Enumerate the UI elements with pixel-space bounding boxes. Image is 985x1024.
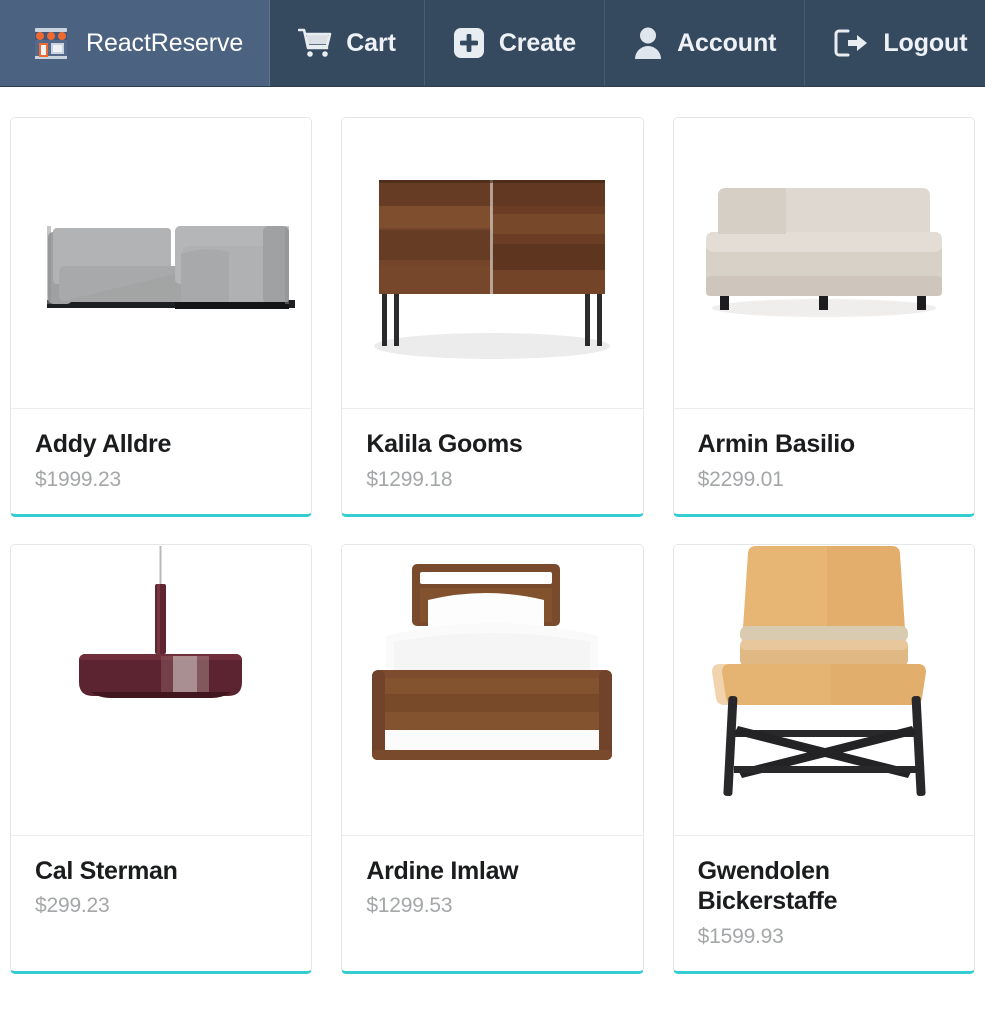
product-price: $299.23 xyxy=(35,894,110,917)
product-card-grid: Addy Alldre $1999.23 Kalila Gooms $1299.… xyxy=(10,117,975,974)
product-name: Armin Basilio xyxy=(697,430,856,458)
product-name: Addy Alldre xyxy=(35,430,172,458)
product-image-maroon-pendant-lamp[interactable] xyxy=(11,544,312,836)
product-card-body: Armin Basilio $2299.01 xyxy=(674,409,974,514)
product-image-walnut-bed[interactable] xyxy=(342,544,643,836)
product-card[interactable]: Armin Basilio $2299.01 xyxy=(672,117,975,517)
product-price: $2299.01 xyxy=(697,467,784,491)
product-card-body: Gwendolen Bickerstaffe $1599.93 xyxy=(674,836,974,971)
product-name: Gwendolen Bickerstaffe xyxy=(697,856,838,916)
product-image-tan-leather-chair[interactable] xyxy=(673,544,974,836)
product-card-body: Cal Sterman $299.23 xyxy=(11,836,311,971)
shopping-cart-icon xyxy=(298,28,332,58)
nav-item-logout[interactable]: Logout xyxy=(805,0,985,86)
product-price: $1999.23 xyxy=(35,467,121,491)
storefront-icon xyxy=(30,22,72,64)
product-card[interactable]: Kalila Gooms $1299.18 xyxy=(341,117,644,517)
nav-label-cart: Cart xyxy=(346,28,396,57)
top-navigation-bar: ReactReserve Cart Create Account Logout xyxy=(0,0,985,87)
nav-label-account: Account xyxy=(677,28,777,57)
nav-label-logout: Logout xyxy=(883,28,968,57)
sign-out-icon xyxy=(833,27,869,59)
nav-item-account[interactable]: Account xyxy=(605,0,806,86)
plus-square-icon xyxy=(453,27,485,59)
nav-label-create: Create xyxy=(498,28,577,57)
product-image-cream-armless-sofa[interactable] xyxy=(673,118,974,409)
product-price: $1599.93 xyxy=(697,924,784,948)
product-card-body: Kalila Gooms $1299.18 xyxy=(342,409,642,514)
product-name: Cal Sterman xyxy=(35,856,178,885)
product-image-gray-sectional-sofa[interactable] xyxy=(11,118,312,409)
user-icon xyxy=(633,26,663,60)
product-price: $1299.18 xyxy=(366,467,453,491)
nav-item-brand-reactreserve[interactable]: ReactReserve xyxy=(0,0,271,86)
product-card-body: Ardine Imlaw $1299.53 xyxy=(342,836,642,971)
product-name: Ardine Imlaw xyxy=(366,856,519,885)
nav-item-create[interactable]: Create xyxy=(424,0,606,86)
brand-label: ReactReserve xyxy=(86,28,244,57)
nav-item-cart[interactable]: Cart xyxy=(270,0,425,86)
product-card-body: Addy Alldre $1999.23 xyxy=(11,409,311,514)
products-page-content: Addy Alldre $1999.23 Kalila Gooms $1299.… xyxy=(0,87,985,974)
product-card[interactable]: Ardine Imlaw $1299.53 xyxy=(341,543,644,974)
product-price: $1299.53 xyxy=(366,894,453,917)
product-image-walnut-credenza[interactable] xyxy=(342,118,643,409)
product-card[interactable]: Gwendolen Bickerstaffe $1599.93 xyxy=(672,543,975,974)
product-card[interactable]: Cal Sterman $299.23 xyxy=(10,543,313,974)
product-name: Kalila Gooms xyxy=(366,430,523,458)
product-card[interactable]: Addy Alldre $1999.23 xyxy=(10,117,313,517)
